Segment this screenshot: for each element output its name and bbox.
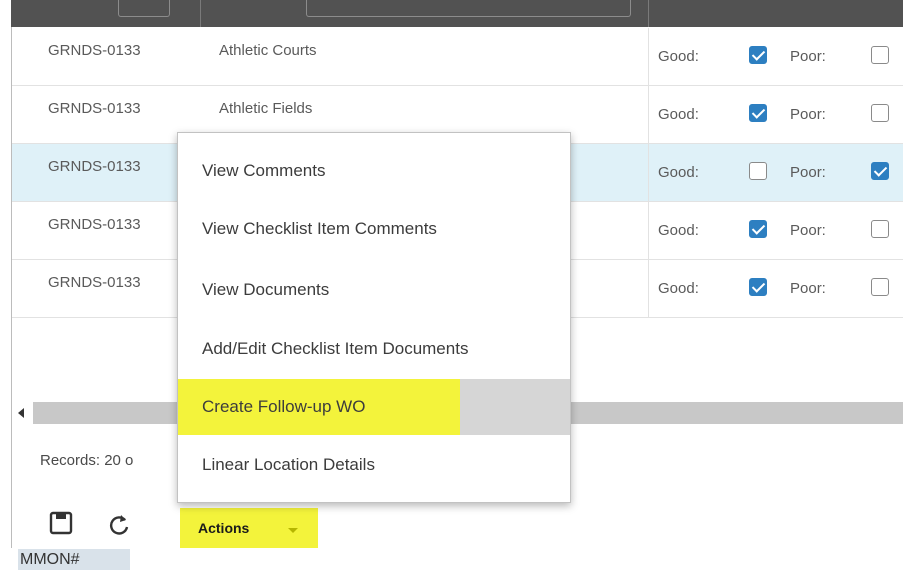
- chevron-down-icon: [288, 528, 298, 533]
- actions-context-menu: View Comments View Checklist Item Commen…: [177, 132, 571, 503]
- menu-item-view-checklist-item-comments[interactable]: View Checklist Item Comments: [178, 203, 570, 259]
- good-checkbox[interactable]: [749, 46, 767, 64]
- poor-label: Poor:: [790, 106, 826, 123]
- row-description: Athletic Fields: [219, 100, 313, 117]
- records-count: Records: 20 o: [40, 452, 134, 469]
- table-row[interactable]: GRNDS-0133 Athletic Courts Good: Poor:: [12, 28, 903, 86]
- condition-cell: Good: Poor:: [648, 28, 903, 85]
- actions-label: Actions: [198, 520, 250, 536]
- good-checkbox[interactable]: [749, 220, 767, 238]
- bottom-tab[interactable]: MMON#: [18, 549, 130, 570]
- condition-cell: Good: Poor:: [648, 144, 903, 201]
- good-checkbox[interactable]: [749, 278, 767, 296]
- poor-checkbox[interactable]: [871, 162, 889, 180]
- menu-item-view-documents[interactable]: View Documents: [178, 264, 570, 320]
- menu-item-create-follow-up-wo[interactable]: Create Follow-up WO: [178, 379, 570, 435]
- good-label: Good:: [658, 106, 699, 123]
- filter-field-code[interactable]: [118, 0, 170, 17]
- row-description: Athletic Courts: [219, 42, 317, 59]
- good-label: Good:: [658, 280, 699, 297]
- good-label: Good:: [658, 222, 699, 239]
- menu-item-linear-location-details[interactable]: Linear Location Details: [178, 439, 570, 495]
- poor-checkbox[interactable]: [871, 46, 889, 64]
- menu-item-label: Create Follow-up WO: [202, 397, 366, 416]
- good-checkbox[interactable]: [749, 162, 767, 180]
- menu-item-view-comments[interactable]: View Comments: [178, 145, 570, 201]
- good-checkbox[interactable]: [749, 104, 767, 122]
- column-divider: [200, 0, 201, 27]
- poor-checkbox[interactable]: [871, 104, 889, 122]
- scroll-left-arrow-icon[interactable]: [12, 402, 33, 424]
- poor-label: Poor:: [790, 280, 826, 297]
- row-code: GRNDS-0133: [48, 100, 141, 117]
- table-header: [11, 0, 903, 27]
- poor-label: Poor:: [790, 48, 826, 65]
- filter-field-description[interactable]: [306, 0, 631, 17]
- poor-label: Poor:: [790, 222, 826, 239]
- row-code: GRNDS-0133: [48, 274, 141, 291]
- good-label: Good:: [658, 164, 699, 181]
- good-label: Good:: [658, 48, 699, 65]
- menu-item-add-edit-checklist-item-documents[interactable]: Add/Edit Checklist Item Documents: [178, 323, 570, 379]
- row-code: GRNDS-0133: [48, 42, 141, 59]
- actions-button[interactable]: Actions: [180, 508, 318, 548]
- condition-cell: Good: Poor:: [648, 260, 903, 317]
- menu-item-label: View Documents: [202, 280, 330, 299]
- refresh-icon[interactable]: [106, 512, 132, 538]
- menu-item-label: View Checklist Item Comments: [202, 219, 437, 238]
- menu-item-label: Linear Location Details: [202, 455, 375, 474]
- poor-checkbox[interactable]: [871, 278, 889, 296]
- condition-cell: Good: Poor:: [648, 86, 903, 143]
- save-icon[interactable]: [48, 510, 74, 536]
- row-code: GRNDS-0133: [48, 158, 141, 175]
- poor-label: Poor:: [790, 164, 826, 181]
- column-divider: [648, 0, 649, 27]
- condition-cell: Good: Poor:: [648, 202, 903, 259]
- menu-item-label: Add/Edit Checklist Item Documents: [202, 339, 469, 358]
- menu-item-label: View Comments: [202, 161, 326, 180]
- row-code: GRNDS-0133: [48, 216, 141, 233]
- poor-checkbox[interactable]: [871, 220, 889, 238]
- bottom-strip: [0, 549, 903, 570]
